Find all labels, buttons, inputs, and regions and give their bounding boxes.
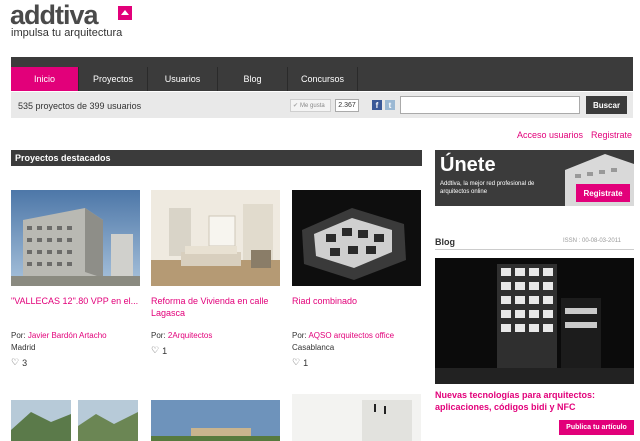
facebook-icon[interactable]: f: [372, 100, 382, 110]
night-building-photo: [435, 258, 634, 384]
project-thumb-row2-d[interactable]: [292, 394, 421, 441]
project-thumb-row2-b[interactable]: [78, 400, 138, 441]
author-link[interactable]: Javier Bardón Artacho: [28, 331, 107, 340]
project-thumb-riad[interactable]: [292, 190, 421, 286]
nav-item-proyectos[interactable]: Proyectos: [79, 67, 148, 91]
project-author: Por: 2Arquitectos: [151, 331, 212, 340]
logo-mark-icon: [118, 6, 132, 20]
blog-post-title[interactable]: Nuevas tecnologías para arquitectos: apl…: [435, 389, 634, 413]
register-button[interactable]: Registrate: [576, 184, 630, 202]
project-likes[interactable]: ♡ 1: [151, 345, 167, 356]
heart-icon: ♡: [11, 357, 20, 367]
likes-count: 3: [22, 357, 28, 368]
nav-item-blog[interactable]: Blog: [218, 67, 288, 91]
project-likes[interactable]: ♡ 3: [11, 357, 27, 368]
like-label: Me gusta: [300, 102, 325, 109]
project-author: Por: AQSO arquitectos office: [292, 331, 394, 340]
blog-title: Blog: [435, 237, 455, 247]
project-title[interactable]: "VALLECAS 12".80 VPP en el...: [11, 295, 140, 307]
project-thumb-vallecas[interactable]: [11, 190, 140, 286]
nav-item-concursos[interactable]: Concursos: [288, 67, 358, 91]
search-input[interactable]: [400, 96, 580, 114]
login-link[interactable]: Acceso usuarios: [517, 130, 583, 140]
blog-issn: ISSN : 00-08-03-2011: [563, 238, 621, 244]
author-link[interactable]: 2Arquitectos: [168, 331, 212, 340]
search-button[interactable]: Buscar: [586, 96, 627, 114]
nav-item-usuarios[interactable]: Usuarios: [148, 67, 218, 91]
landscape-photo: [11, 400, 71, 441]
register-link[interactable]: Registrate: [591, 130, 632, 140]
project-thumb-row2-c[interactable]: [151, 400, 280, 441]
project-thumb-lagasca[interactable]: [151, 190, 280, 286]
house-photo: [151, 400, 280, 441]
interior-photo: [151, 190, 280, 286]
model-photo: [292, 190, 421, 286]
tagline: impulsa tu arquitectura: [11, 27, 123, 39]
project-likes[interactable]: ♡ 1: [292, 357, 308, 368]
project-author: Por: Javier Bardón Artacho: [11, 331, 107, 340]
logo[interactable]: addtiva: [10, 0, 99, 30]
landscape-photo: [78, 400, 138, 441]
by-label: Por:: [151, 331, 166, 340]
site-stats: 535 proyectos de 399 usuarios: [18, 101, 142, 111]
project-title[interactable]: Reforma de Vivienda en calle Lagasca: [151, 295, 280, 319]
featured-header: Proyectos destacados: [11, 150, 422, 166]
building-photo: [11, 190, 140, 286]
heart-icon: ♡: [292, 357, 301, 367]
like-button[interactable]: ✔ Me gusta: [290, 99, 331, 112]
project-title[interactable]: Riad combinado: [292, 295, 421, 307]
top-bar: [11, 57, 633, 67]
twitter-icon[interactable]: t: [385, 100, 395, 110]
nav-item-inicio[interactable]: Inicio: [11, 67, 79, 91]
main-nav: Inicio Proyectos Usuarios Blog Concursos: [11, 67, 633, 91]
by-label: Por:: [292, 331, 307, 340]
blog-divider: [435, 249, 634, 250]
check-icon: ✔: [293, 103, 299, 109]
by-label: Por:: [11, 331, 26, 340]
likes-count: 1: [303, 357, 309, 368]
like-count: 2.367: [335, 99, 359, 112]
interior-photo: [292, 394, 421, 441]
project-location: Madrid: [11, 343, 36, 352]
blog-post-image[interactable]: [435, 258, 634, 384]
likes-count: 1: [162, 345, 168, 356]
publish-article-button[interactable]: Publica tu artículo: [559, 420, 634, 435]
join-subtitle: Addtiva, la mejor red profesional de arq…: [440, 181, 535, 195]
project-location: Casablanca: [292, 343, 335, 352]
author-link[interactable]: AQSO arquitectos office: [308, 331, 394, 340]
project-thumb-row2-a[interactable]: [11, 400, 71, 441]
join-title: Únete: [440, 154, 496, 176]
heart-icon: ♡: [151, 345, 160, 355]
